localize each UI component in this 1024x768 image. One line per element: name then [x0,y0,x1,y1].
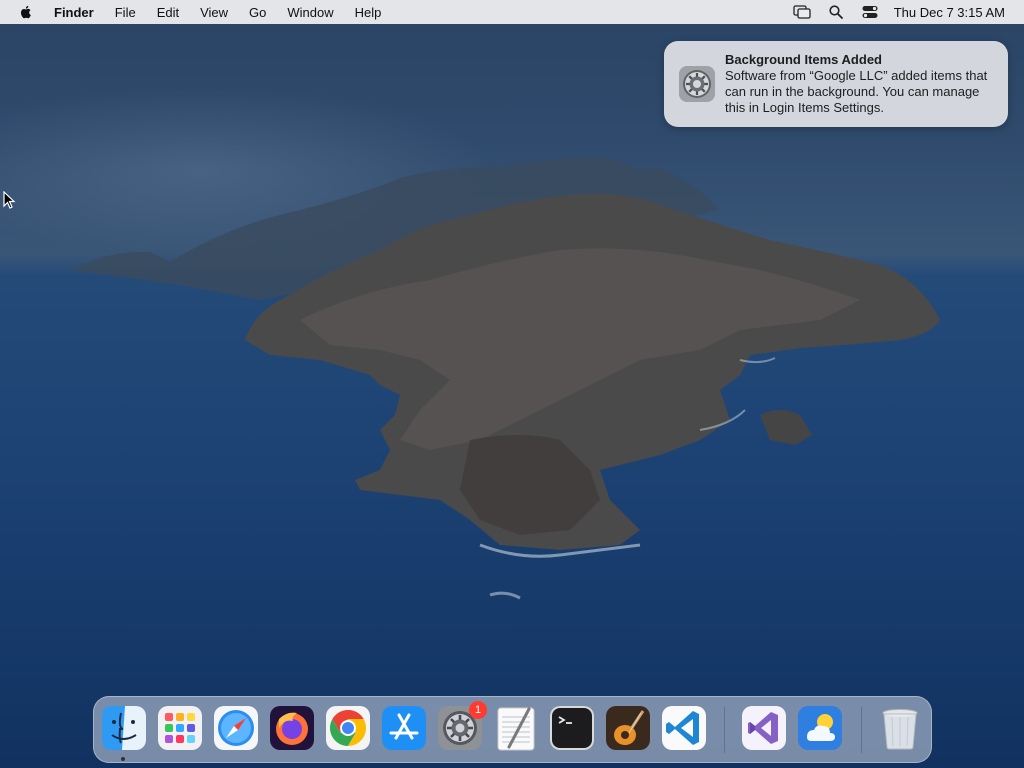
menu-app-name[interactable]: Finder [54,5,94,20]
launchpad-icon[interactable] [157,705,203,751]
dock-separator [724,707,725,753]
trash-icon[interactable] [877,705,923,751]
screen-mirroring-icon[interactable] [792,4,812,20]
menu-help[interactable]: Help [355,5,382,20]
chrome-icon[interactable] [325,705,371,751]
app-store-icon[interactable] [381,705,427,751]
control-center-icon[interactable] [860,4,880,20]
menu-bar-clock[interactable]: Thu Dec 7 3:15 AM [894,5,1005,20]
finder-icon[interactable] [101,705,147,751]
menu-file[interactable]: File [115,5,136,20]
background-items-notification[interactable]: Background Items Added Software from “Go… [664,41,1008,127]
system-settings-icon[interactable]: 1 [437,701,487,751]
dock: 1 [93,696,932,763]
menu-window[interactable]: Window [287,5,333,20]
visual-studio-icon[interactable] [741,705,787,751]
spotlight-search-icon[interactable] [826,4,846,20]
firefox-icon[interactable] [269,705,315,751]
weather-icon[interactable] [797,705,843,751]
notification-title: Background Items Added [725,52,882,67]
terminal-icon[interactable] [549,705,595,751]
dock-separator [861,707,862,753]
system-settings-gear-icon [678,65,716,103]
textedit-icon[interactable] [493,705,539,751]
finder-running-indicator [121,757,125,761]
safari-icon[interactable] [213,705,259,751]
menu-view[interactable]: View [200,5,228,20]
menu-go[interactable]: Go [249,5,266,20]
notification-badge: 1 [469,701,487,719]
menu-bar: Finder File Edit View Go Window Help Thu… [0,0,1024,24]
notification-body: Software from “Google LLC” added items t… [725,68,988,115]
vscode-icon[interactable] [661,705,707,751]
garageband-icon[interactable] [605,705,651,751]
apple-menu-icon[interactable] [18,4,38,20]
mouse-pointer-icon [3,190,17,211]
menu-edit[interactable]: Edit [157,5,179,20]
